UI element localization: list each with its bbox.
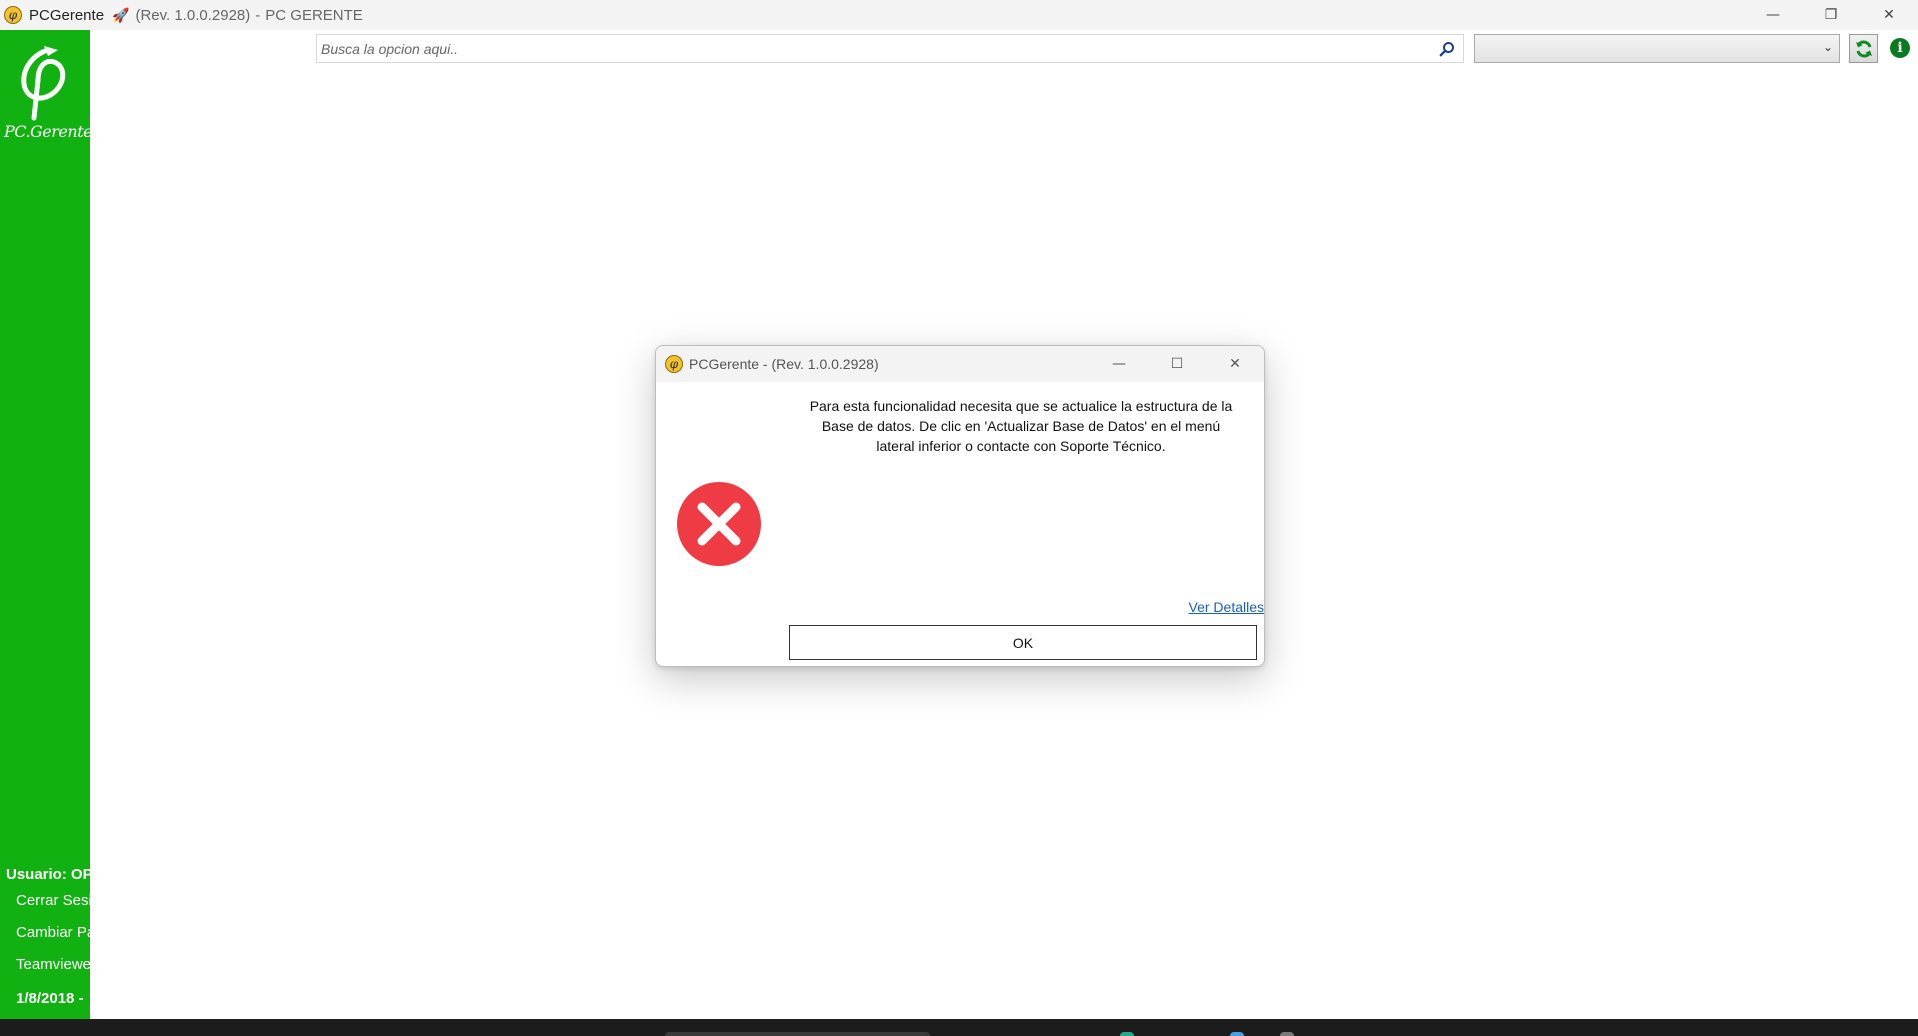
change-password-link[interactable]: Cambiar Pa <box>16 924 90 941</box>
dialog-message-line: Base de datos. De clic en 'Actualizar Ba… <box>821 418 1221 434</box>
taskbar-app-icon[interactable] <box>1280 1032 1294 1036</box>
app-logo-icon: φ <box>4 6 22 24</box>
dialog-message: Para esta funcionalidad necesita que se … <box>786 396 1256 456</box>
sidebar: PC.Gerente Usuario: OP Cerrar Sesi Cambi… <box>0 30 90 1019</box>
dialog-title: PCGerente - (Rev. 1.0.0.2928) <box>689 356 879 372</box>
minimize-button[interactable]: — <box>1744 0 1802 30</box>
dialog-close-button[interactable]: ✕ <box>1206 346 1264 382</box>
refresh-button[interactable] <box>1849 34 1878 63</box>
ok-button[interactable]: OK <box>789 625 1257 660</box>
search-input[interactable] <box>321 35 1421 62</box>
company-select[interactable]: ⌄ <box>1474 34 1840 63</box>
rocket-icon: 🚀 <box>112 6 130 23</box>
taskbar-app-icon[interactable] <box>1120 1032 1134 1036</box>
dialog-message-line: Para esta funcionalidad necesita que se … <box>809 398 1233 414</box>
logo-text: PC.Gerente <box>4 122 90 141</box>
dialog-title-bar: φ PCGerente - (Rev. 1.0.0.2928) — ☐ ✕ <box>656 346 1264 382</box>
taskbar <box>0 1019 1918 1036</box>
user-label: Usuario: OP <box>6 866 90 883</box>
taskbar-app-icon[interactable] <box>1230 1032 1244 1036</box>
search-icon[interactable] <box>1439 41 1455 57</box>
info-icon[interactable]: i <box>1890 38 1910 58</box>
title-bar: φ PCGerente 🚀 (Rev. 1.0.0.2928) - PC GER… <box>0 0 1918 30</box>
close-button[interactable]: ✕ <box>1860 0 1918 30</box>
taskbar-search[interactable] <box>665 1032 930 1036</box>
dialog-message-line: lateral inferior o contacte con Soporte … <box>876 438 1166 454</box>
error-dialog: φ PCGerente - (Rev. 1.0.0.2928) — ☐ ✕ Pa… <box>655 345 1265 667</box>
logout-link[interactable]: Cerrar Sesi <box>16 892 90 909</box>
window-app-name: PCGerente <box>29 6 105 24</box>
dialog-minimize-button[interactable]: — <box>1090 346 1148 382</box>
restore-button[interactable]: ❐ <box>1802 0 1860 30</box>
teamviewer-link[interactable]: Teamviewer <box>16 956 90 973</box>
error-icon <box>677 482 761 566</box>
window-revision: (Rev. 1.0.0.2928) <box>135 6 251 24</box>
dialog-maximize-button[interactable]: ☐ <box>1148 346 1206 382</box>
window-title-separator: - <box>255 6 261 24</box>
window-subtitle: PC GERENTE <box>265 6 363 24</box>
dialog-window-controls: — ☐ ✕ <box>1090 346 1264 382</box>
search-box <box>316 34 1464 63</box>
view-details-link[interactable]: Ver Detalles <box>1189 599 1264 615</box>
app-window: φ PCGerente 🚀 (Rev. 1.0.0.2928) - PC GER… <box>0 0 1918 1036</box>
refresh-icon <box>1855 40 1872 57</box>
chevron-down-icon: ⌄ <box>1822 40 1833 54</box>
pc-gerente-logo-icon <box>21 46 66 121</box>
dialog-app-icon: φ <box>665 355 683 373</box>
window-controls: — ❐ ✕ <box>1744 0 1918 30</box>
session-date: 1/8/2018 - <box>16 990 84 1007</box>
